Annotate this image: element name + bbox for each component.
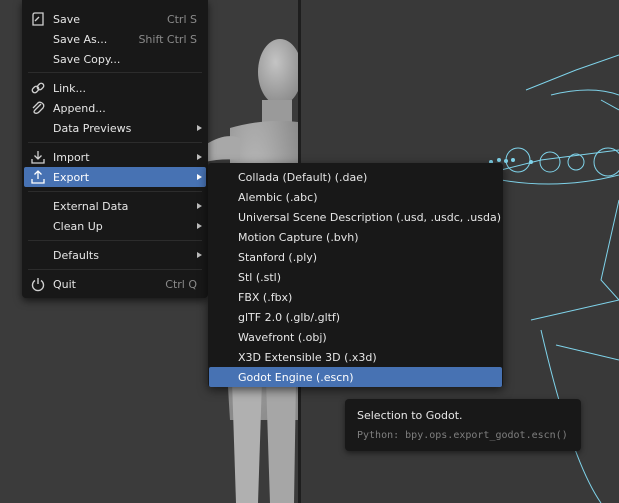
menu-item-quit[interactable]: Quit Ctrl Q <box>24 274 206 294</box>
data-previews-label: Data Previews <box>53 122 132 135</box>
submenu-arrow-icon <box>197 223 202 229</box>
menu-item-save-as[interactable]: Save As... Shift Ctrl S <box>24 29 206 49</box>
export-item-label: Godot Engine (.escn) <box>238 371 354 384</box>
submenu-arrow-icon <box>197 125 202 131</box>
menu-item-defaults[interactable]: Defaults <box>24 245 206 265</box>
link-label: Link... <box>53 82 87 95</box>
export-item-label: Wavefront (.obj) <box>238 331 327 344</box>
submenu-arrow-icon <box>197 174 202 180</box>
menu-item-clean-up[interactable]: Clean Up <box>24 216 206 236</box>
submenu-arrow-icon <box>197 252 202 258</box>
quit-icon <box>30 276 46 292</box>
defaults-label: Defaults <box>53 249 99 262</box>
save-label: Save <box>53 13 81 26</box>
clean-up-label: Clean Up <box>53 220 103 233</box>
menu-item-save-copy[interactable]: Save Copy... <box>24 49 206 69</box>
export-item-ply[interactable]: Stanford (.ply) <box>209 247 502 267</box>
quit-label: Quit <box>53 278 76 291</box>
menu-item-save[interactable]: Save Ctrl S <box>24 9 206 29</box>
append-label: Append... <box>53 102 106 115</box>
menu-item-data-previews[interactable]: Data Previews <box>24 118 206 138</box>
menu-item-link[interactable]: Link... <box>24 78 206 98</box>
export-item-fbx[interactable]: FBX (.fbx) <box>209 287 502 307</box>
export-submenu: Collada (Default) (.dae) Alembic (.abc) … <box>208 163 503 387</box>
export-item-label: Universal Scene Description (.usd, .usdc… <box>238 211 501 224</box>
save-icon <box>30 11 46 27</box>
menu-separator <box>28 240 202 241</box>
save-shortcut: Ctrl S <box>166 13 197 26</box>
tooltip-description: Selection to Godot. <box>357 409 463 422</box>
export-item-obj[interactable]: Wavefront (.obj) <box>209 327 502 347</box>
export-label: Export <box>53 171 90 184</box>
import-icon <box>30 149 46 165</box>
menu-item-append[interactable]: Append... <box>24 98 206 118</box>
link-icon <box>30 80 46 96</box>
export-item-label: Stl (.stl) <box>238 271 282 284</box>
export-icon <box>30 169 46 185</box>
export-item-collada[interactable]: Collada (Default) (.dae) <box>209 167 502 187</box>
export-item-gltf[interactable]: glTF 2.0 (.glb/.gltf) <box>209 307 502 327</box>
import-label: Import <box>53 151 90 164</box>
save-as-label: Save As... <box>53 33 108 46</box>
export-item-label: Alembic (.abc) <box>238 191 318 204</box>
save-as-shortcut: Shift Ctrl S <box>138 33 197 46</box>
export-item-label: Collada (Default) (.dae) <box>238 171 368 184</box>
append-icon <box>30 100 46 116</box>
export-item-label: Stanford (.ply) <box>238 251 318 264</box>
export-item-label: X3D Extensible 3D (.x3d) <box>238 351 377 364</box>
tooltip: Selection to Godot. Python: bpy.ops.expo… <box>345 399 581 451</box>
export-item-label: FBX (.fbx) <box>238 291 293 304</box>
file-menu: Save Ctrl S Save As... Shift Ctrl S Save… <box>22 0 208 298</box>
submenu-arrow-icon <box>197 203 202 209</box>
submenu-arrow-icon <box>197 154 202 160</box>
menu-separator <box>28 142 202 143</box>
menu-item-external-data[interactable]: External Data <box>24 196 206 216</box>
export-item-bvh[interactable]: Motion Capture (.bvh) <box>209 227 502 247</box>
export-item-stl[interactable]: Stl (.stl) <box>209 267 502 287</box>
menu-separator <box>28 72 202 73</box>
menu-item-export[interactable]: Export <box>24 167 206 187</box>
save-copy-label: Save Copy... <box>53 53 121 66</box>
export-item-label: Motion Capture (.bvh) <box>238 231 359 244</box>
external-data-label: External Data <box>53 200 129 213</box>
menu-item-import[interactable]: Import <box>24 147 206 167</box>
menu-separator <box>28 191 202 192</box>
export-item-godot[interactable]: Godot Engine (.escn) <box>209 367 502 387</box>
menu-separator <box>28 269 202 270</box>
export-item-x3d[interactable]: X3D Extensible 3D (.x3d) <box>209 347 502 367</box>
export-item-alembic[interactable]: Alembic (.abc) <box>209 187 502 207</box>
tooltip-python: Python: bpy.ops.export_godot.escn() <box>357 430 568 441</box>
export-item-label: glTF 2.0 (.glb/.gltf) <box>238 311 341 324</box>
quit-shortcut: Ctrl Q <box>165 278 197 291</box>
export-item-usd[interactable]: Universal Scene Description (.usd, .usdc… <box>209 207 502 227</box>
